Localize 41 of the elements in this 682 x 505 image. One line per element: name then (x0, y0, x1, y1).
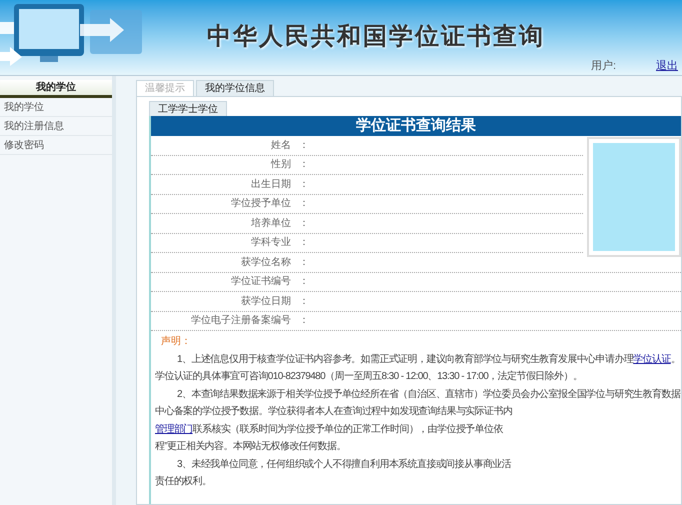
colon: ： (299, 314, 309, 328)
field-label: 学科专业 (250, 236, 291, 250)
colon: ： (299, 178, 309, 192)
colon: ： (299, 294, 309, 309)
notice-text: 3、未经我单位同意，任何组织或个人不得擅自利用本系统直接或间接从事商业活 (176, 458, 512, 472)
colon: ： (299, 275, 309, 290)
notice-title: 声明： (160, 334, 192, 349)
notice-text: 2、本查询结果数据来源于相关学位授予单位经所在省（自治区、直辖市）学位委员会办公室报全国学位与研究生教育数据 (176, 388, 681, 402)
colon: ： (299, 216, 309, 231)
notice-link[interactable]: 学位认证 (633, 354, 671, 364)
field-label: 获学位日期 (240, 294, 291, 309)
field-label: 培养单位 (250, 216, 291, 231)
colon: ： (299, 236, 309, 250)
notice-text: 中心备案的学位授予数据。学位获得者本人在查询过程中如发现查询结果与实际证书内 (155, 404, 514, 419)
sidebar-item[interactable]: 修改密码 (0, 136, 112, 155)
sidebar-item[interactable]: 我的学位 (0, 98, 112, 117)
site-title: 中华人民共和国学位证书查询 (207, 20, 545, 52)
notice-text: 学位认证的具体事宜可咨询010-82379480（周一至周五8:30 - 12:00、13:30 - 17:00，法定节假日除外）。 (155, 370, 584, 384)
colon: ： (299, 256, 309, 270)
subtab[interactable]: 工学学士学位 (149, 101, 227, 116)
colon: ： (299, 138, 309, 153)
notice-text: 程”更正相关内容。本网站无权修改任何数据。 (155, 440, 347, 454)
user-label: 用户: (590, 58, 616, 74)
tab[interactable]: 我的学位信息 (196, 80, 274, 96)
field-label: 性别 (270, 158, 291, 172)
sidebar-item[interactable]: 我的注册信息 (0, 117, 112, 136)
field-label: 获学位名称 (240, 256, 291, 270)
notice-text: 责任的权利。 (155, 474, 212, 489)
logout-link[interactable]: 退出 (656, 58, 678, 74)
notice-text: 管理部门联系核实（联系时间为学位授予单位的正常工作时间），由学位授予单位依 (155, 422, 504, 436)
notice-text: 1、上述信息仅用于核查学位证书内容参考。如需正式证明，建议向教育部学位与研究生教育发展中心申请办理学位认证。 (176, 352, 681, 366)
colon: ： (299, 158, 309, 172)
field-label: 学位电子注册备案编号 (190, 314, 291, 328)
sidebar-title: 我的学位 (0, 80, 112, 98)
field-label: 学位证书编号 (230, 274, 291, 290)
field-label: 出生日期 (250, 178, 291, 192)
colon: ： (299, 197, 309, 212)
result-title: 学位证书查询结果 (151, 116, 681, 136)
field-label: 姓名 (270, 138, 291, 153)
notice-link[interactable]: 管理部门 (155, 424, 193, 434)
field-label: 学位授予单位 (230, 196, 291, 212)
